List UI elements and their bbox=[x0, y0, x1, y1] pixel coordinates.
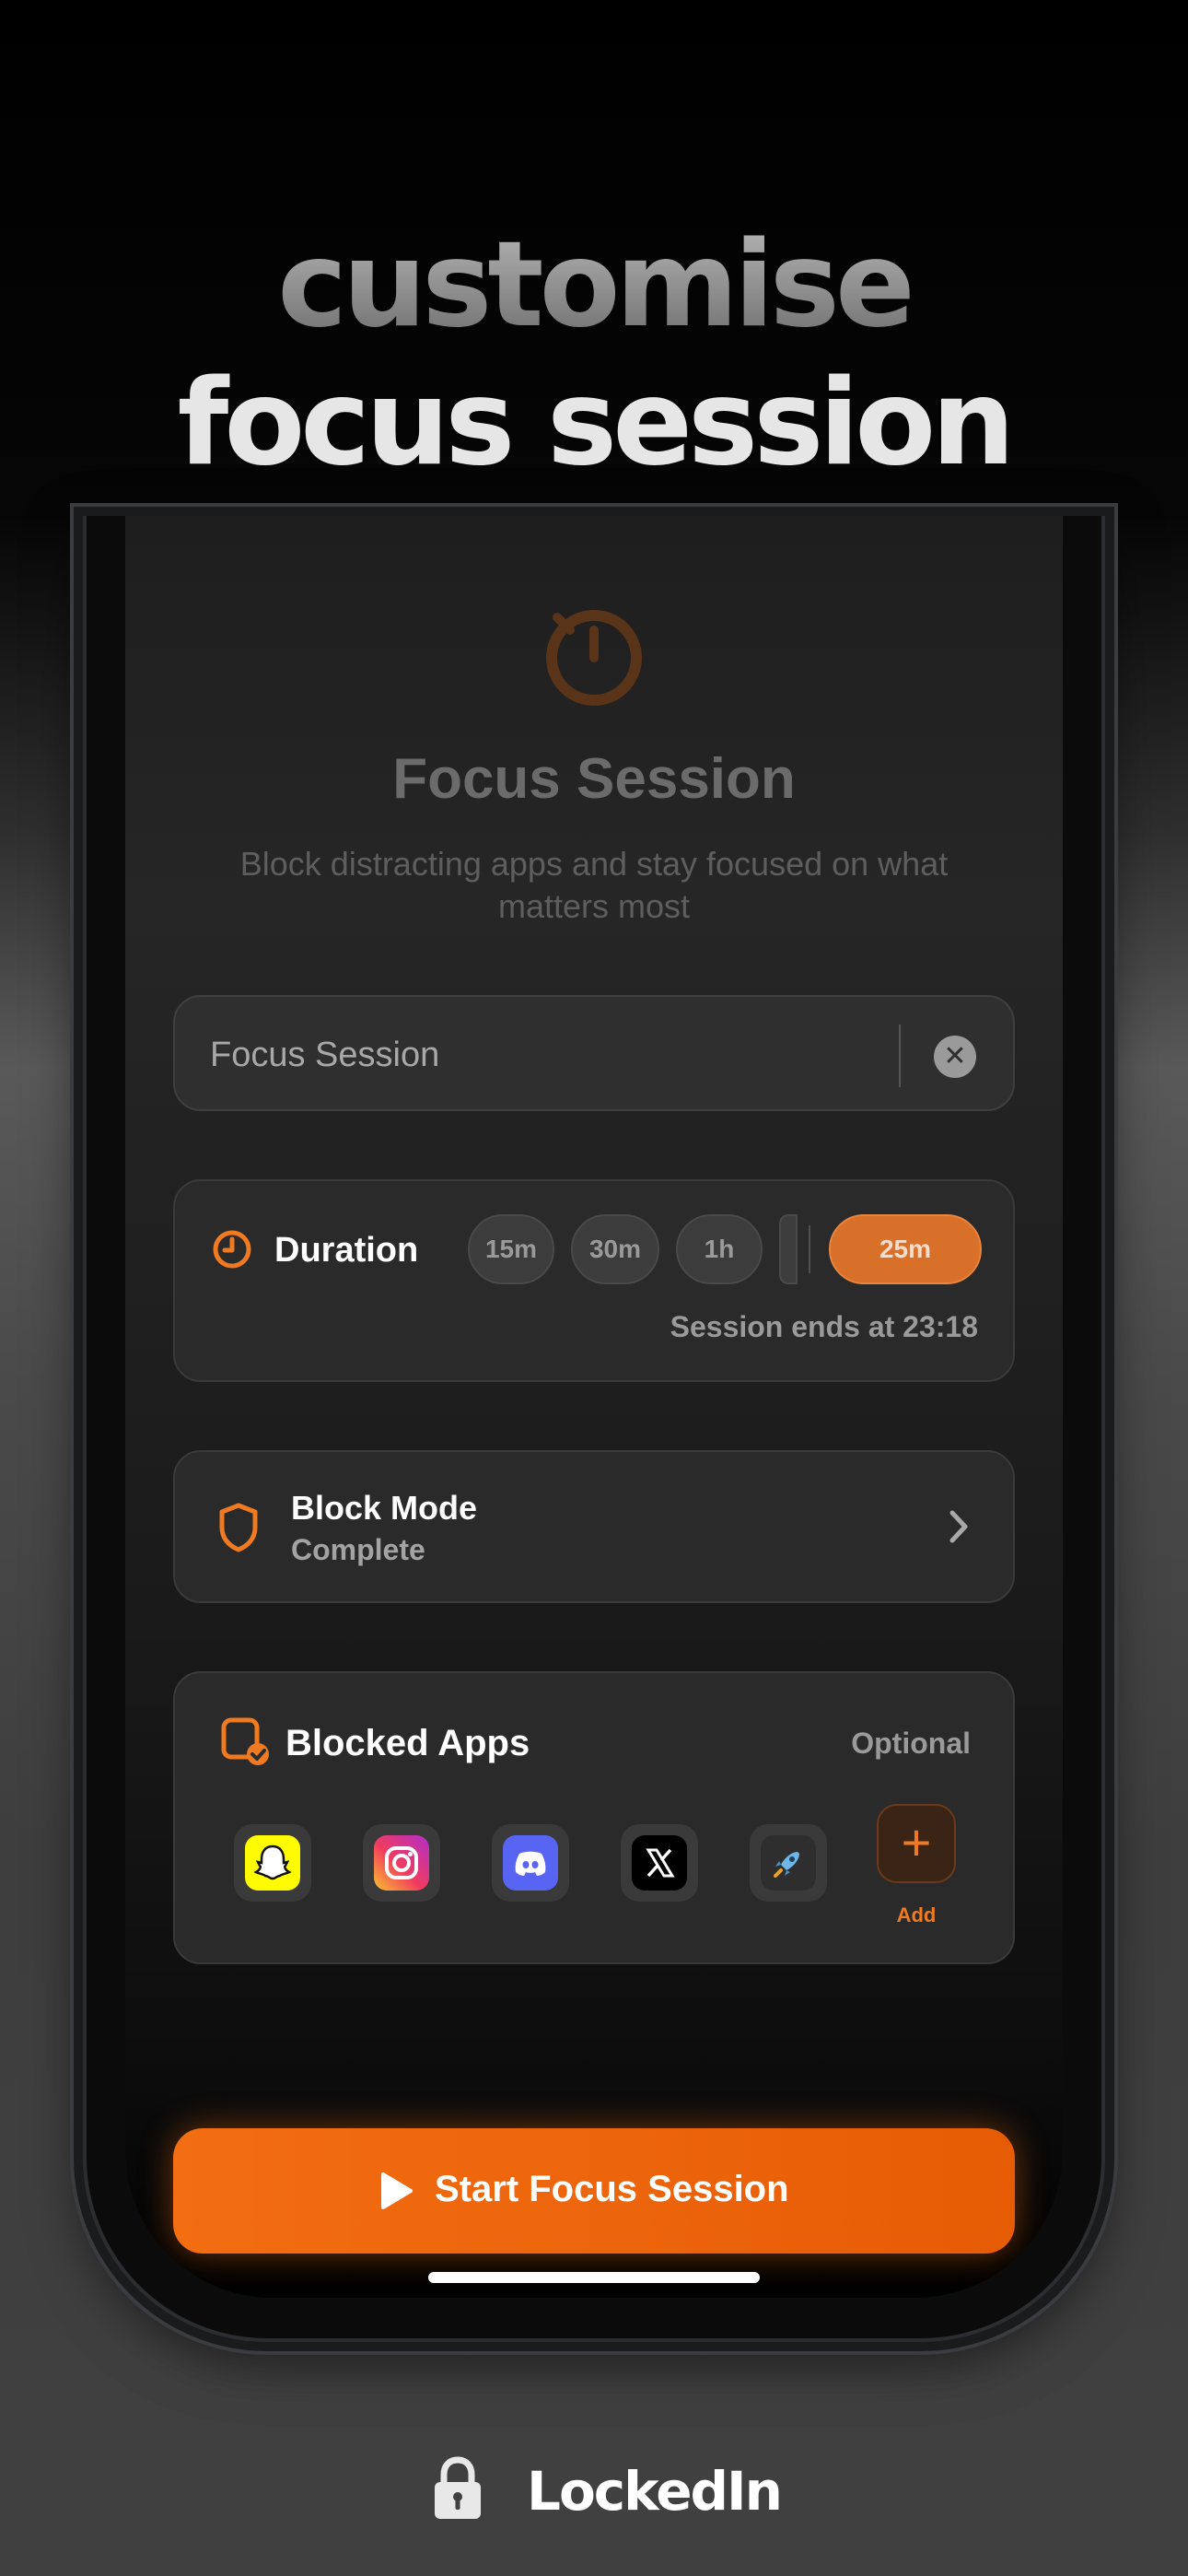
session-ends-text: Session ends at 23:18 bbox=[670, 1310, 978, 1343]
rocket-icon bbox=[761, 1835, 816, 1891]
add-app-label[interactable]: Add bbox=[877, 1903, 956, 1927]
screen-subtitle: Block distracting apps and stay focused … bbox=[239, 845, 949, 925]
block-mode-row[interactable]: Block Mode Complete bbox=[173, 1450, 1015, 1603]
block-mode-title: Block Mode bbox=[291, 1489, 478, 1527]
discord-icon bbox=[503, 1835, 558, 1891]
duration-chip-30m[interactable]: 30m bbox=[571, 1214, 659, 1284]
optional-label: Optional bbox=[851, 1727, 971, 1760]
action-button bbox=[74, 663, 81, 737]
x-icon bbox=[632, 1835, 687, 1891]
chevron-right-icon bbox=[949, 1510, 968, 1543]
headline-line-2: focus session bbox=[177, 355, 1016, 492]
snapchat-icon bbox=[245, 1835, 300, 1891]
blocked-apps-title: Blocked Apps bbox=[285, 1723, 530, 1763]
duration-chip-partial[interactable] bbox=[779, 1214, 798, 1284]
home-indicator[interactable] bbox=[428, 2272, 760, 2283]
app-instagram[interactable] bbox=[363, 1824, 440, 1902]
clear-icon[interactable]: ✕ bbox=[934, 1036, 976, 1078]
stopwatch-icon bbox=[546, 610, 642, 706]
duration-chip-1h[interactable]: 1h bbox=[676, 1214, 763, 1284]
duration-chip-selected[interactable]: 25m bbox=[829, 1214, 982, 1284]
add-app-button[interactable]: + bbox=[877, 1804, 956, 1883]
duration-chip-15m[interactable]: 15m bbox=[468, 1214, 554, 1284]
field-divider bbox=[899, 1025, 901, 1087]
lock-icon bbox=[435, 2456, 481, 2519]
start-button-label: Start Focus Session bbox=[435, 2169, 789, 2209]
duration-label: Duration bbox=[274, 1231, 419, 1270]
phone-frame: Focus Session Block distracting apps and… bbox=[83, 516, 1105, 2342]
session-name-field[interactable]: Focus Session ✕ bbox=[173, 995, 1015, 1111]
headline: customise focus session bbox=[0, 217, 1188, 493]
brand-name: LockedIn bbox=[527, 2460, 783, 2523]
blocked-apps-card: Blocked Apps Optional + Add bbox=[173, 1671, 1015, 1964]
play-icon bbox=[381, 2172, 413, 2209]
app-screen: Focus Session Block distracting apps and… bbox=[125, 516, 1063, 2298]
app-x[interactable] bbox=[621, 1824, 698, 1902]
shield-icon bbox=[219, 1503, 258, 1552]
block-mode-value: Complete bbox=[291, 1533, 425, 1566]
app-discord[interactable] bbox=[492, 1824, 569, 1902]
volume-up-button bbox=[74, 811, 81, 958]
start-focus-session-button[interactable]: Start Focus Session bbox=[173, 2128, 1015, 2254]
instagram-icon bbox=[374, 1835, 429, 1891]
brand-footer: LockedIn bbox=[0, 2453, 1188, 2526]
volume-down-button bbox=[74, 1023, 81, 1170]
chip-separator bbox=[809, 1225, 810, 1273]
headline-line-1: customise bbox=[0, 217, 1188, 355]
screen-title: Focus Session bbox=[392, 747, 796, 811]
duration-card: Duration 15m 30m 1h 25m Session ends at … bbox=[173, 1179, 1015, 1382]
clock-icon bbox=[213, 1230, 251, 1269]
app-snapchat[interactable] bbox=[234, 1824, 311, 1902]
side-button bbox=[1107, 875, 1114, 1106]
blocked-apps-icon bbox=[221, 1717, 269, 1765]
app-rocket[interactable] bbox=[750, 1824, 827, 1902]
session-name-value[interactable]: Focus Session bbox=[210, 1036, 439, 1075]
